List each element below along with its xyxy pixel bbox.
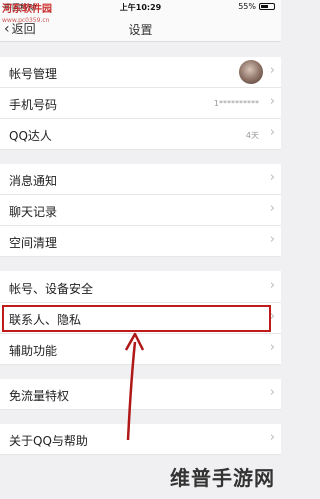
settings-item-data-free[interactable]: 免流量特权 › <box>0 379 281 410</box>
settings-item-phone[interactable]: 手机号码 1********** › <box>0 88 281 119</box>
chevron-right-icon: › <box>269 430 275 445</box>
battery-percent: 55% <box>238 2 256 11</box>
chevron-right-icon: › <box>269 63 275 78</box>
settings-item-label: 关于QQ与帮助 <box>9 434 88 448</box>
settings-item-label: 空间清理 <box>9 236 58 250</box>
chevron-right-icon: › <box>269 125 275 140</box>
settings-item-label: 消息通知 <box>9 174 58 188</box>
settings-item-label: 辅助功能 <box>9 344 58 358</box>
chevron-right-icon: › <box>269 232 275 247</box>
avatar <box>239 60 263 84</box>
settings-item-notifications[interactable]: 消息通知 › <box>0 164 281 195</box>
settings-item-about[interactable]: 关于QQ与帮助 › <box>0 424 281 455</box>
settings-item-label: 聊天记录 <box>9 205 58 219</box>
settings-item-qq-expert[interactable]: QQ达人 4天 › <box>0 119 281 150</box>
settings-item-label: 手机号码 <box>9 98 58 112</box>
settings-item-storage[interactable]: 空间清理 › <box>0 226 281 257</box>
settings-item-label: 帐号管理 <box>9 67 58 81</box>
phone-value: 1********** <box>213 99 259 108</box>
chevron-right-icon: › <box>269 201 275 216</box>
battery-icon <box>259 3 275 10</box>
chevron-right-icon: › <box>269 94 275 109</box>
settings-item-label: QQ达人 <box>9 129 52 143</box>
chevron-right-icon: › <box>269 385 275 400</box>
settings-item-label: 免流量特权 <box>9 389 70 403</box>
qq-expert-value: 4天 <box>245 131 259 140</box>
settings-item-accessibility[interactable]: 辅助功能 › <box>0 334 281 365</box>
chevron-right-icon: › <box>269 340 275 355</box>
watermark-top-text: 河东软件园 <box>2 4 52 15</box>
settings-item-account[interactable]: 帐号管理 › <box>0 57 281 88</box>
watermark-top: 河东软件园 www.pc0359.cn <box>2 4 92 34</box>
watermark-bottom: 维普手游网 <box>170 466 275 490</box>
watermark-top-url: www.pc0359.cn <box>2 17 50 24</box>
chevron-right-icon: › <box>269 278 275 293</box>
chevron-right-icon: › <box>269 170 275 185</box>
settings-item-label: 帐号、设备安全 <box>9 282 94 296</box>
status-right: 55% <box>238 2 275 11</box>
highlight-box <box>2 305 271 332</box>
settings-item-chat-history[interactable]: 聊天记录 › <box>0 195 281 226</box>
settings-item-security[interactable]: 帐号、设备安全 › <box>0 271 281 303</box>
